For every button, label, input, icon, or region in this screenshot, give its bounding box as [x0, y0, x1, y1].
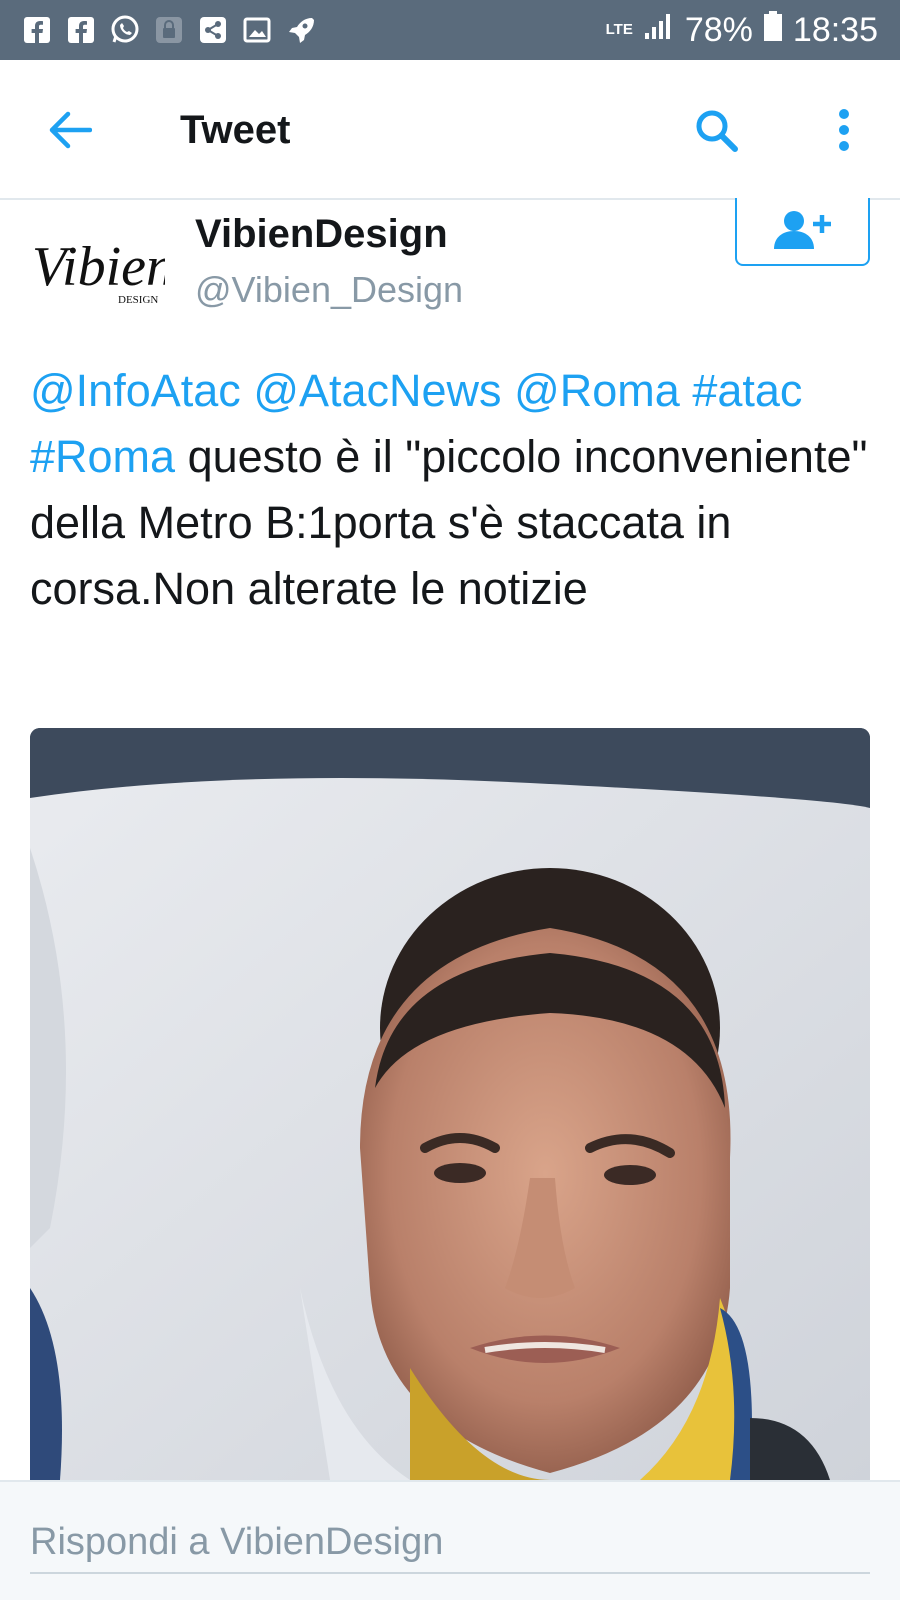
status-bar: LTE 78% 18:35	[0, 0, 900, 60]
follow-button[interactable]	[735, 198, 870, 266]
app-bar: Tweet	[0, 60, 900, 200]
overflow-menu-button[interactable]	[818, 104, 870, 156]
tweet-text-segment	[680, 365, 693, 416]
search-icon	[696, 110, 738, 152]
lock-icon	[154, 15, 184, 45]
mention-link[interactable]: @InfoAtac	[30, 365, 241, 416]
avatar-logo-text: Vibien	[32, 236, 165, 298]
facebook-icon	[66, 15, 96, 45]
avatar-logo-subtext: DESIGN	[118, 294, 158, 306]
battery-icon	[763, 10, 783, 51]
system-status: LTE 78% 18:35	[606, 10, 878, 51]
page-title: Tweet	[180, 108, 291, 152]
network-type: LTE	[605, 21, 633, 38]
signal-icon	[643, 11, 675, 50]
image-icon	[242, 15, 272, 45]
reply-input[interactable]: Rispondi a VibienDesign	[30, 1512, 870, 1574]
reply-bar: Rispondi a VibienDesign	[0, 1480, 900, 1600]
avatar[interactable]: Vibien DESIGN	[30, 205, 174, 325]
facebook-icon	[22, 15, 52, 45]
tweet-photo[interactable]	[30, 728, 870, 1480]
back-button[interactable]	[44, 104, 96, 156]
clock: 18:35	[792, 10, 878, 49]
arrow-left-icon	[49, 111, 92, 149]
author-handle[interactable]: @Vibien_Design	[195, 268, 463, 312]
whatsapp-icon	[110, 15, 140, 45]
author-display-name[interactable]: VibienDesign	[195, 210, 448, 258]
mention-link[interactable]: @Roma	[514, 365, 680, 416]
hashtag-link[interactable]: #atac	[692, 365, 802, 416]
notification-icons	[22, 15, 316, 45]
rocket-icon	[286, 15, 316, 45]
battery-percentage: 78%	[684, 10, 753, 49]
more-vertical-icon	[839, 109, 849, 151]
hashtag-link[interactable]: #Roma	[30, 431, 175, 482]
add-user-icon	[773, 211, 831, 249]
search-button[interactable]	[690, 104, 742, 156]
tweet-text: @InfoAtac @AtacNews @Roma #atac #Roma qu…	[30, 358, 870, 622]
tweet-text-segment	[502, 365, 515, 416]
tweet-text-segment	[241, 365, 254, 416]
share-icon	[198, 15, 228, 45]
mention-link[interactable]: @AtacNews	[253, 365, 501, 416]
